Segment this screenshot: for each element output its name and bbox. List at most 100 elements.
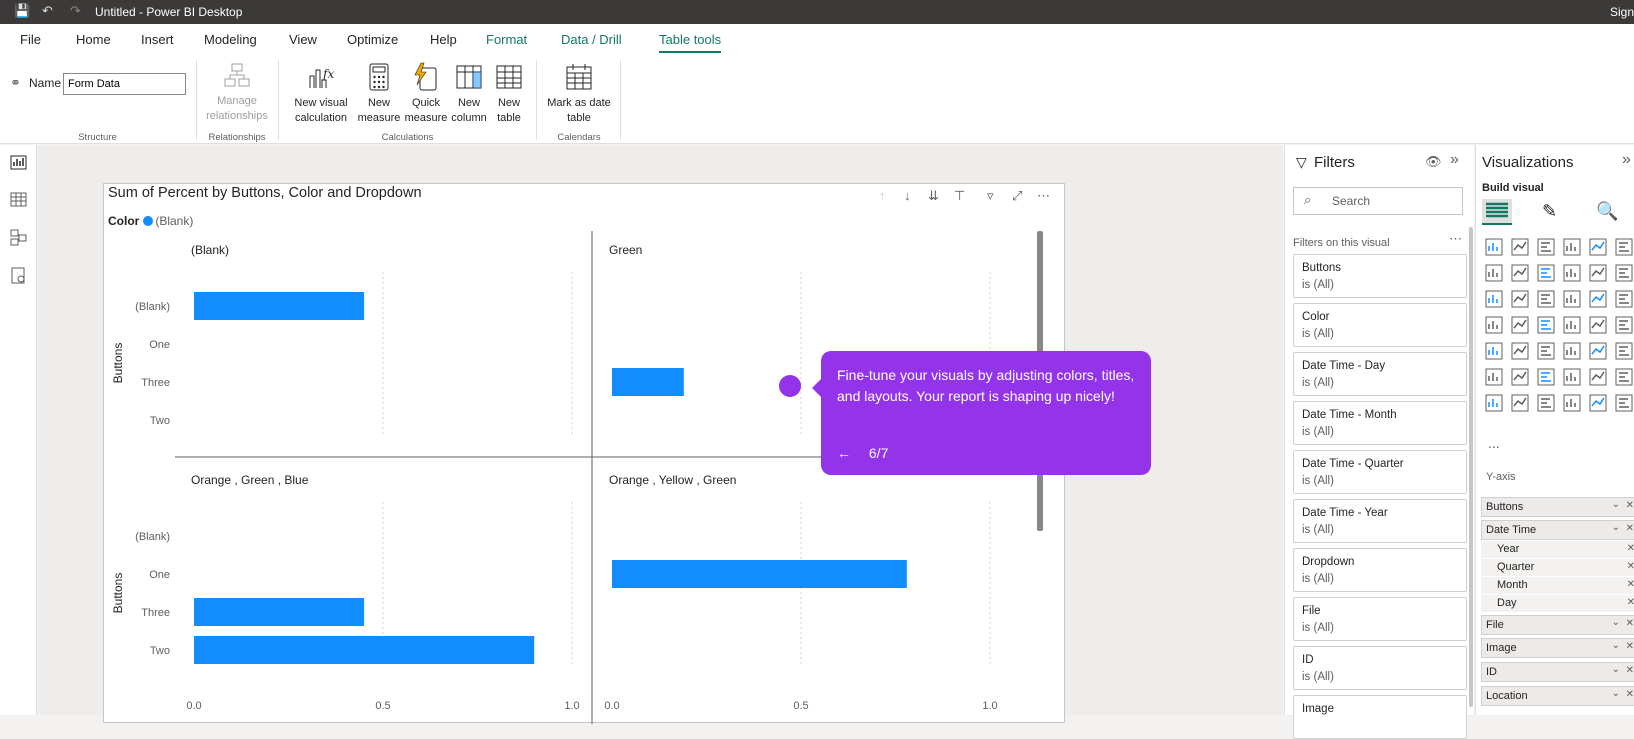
filters-scrollbar[interactable] <box>1469 227 1473 707</box>
pie-icon[interactable] <box>1589 290 1607 308</box>
donut-icon[interactable] <box>1615 290 1633 308</box>
paginated-icon[interactable] <box>1615 368 1633 386</box>
kpi-icon[interactable] <box>1511 342 1529 360</box>
field-sub-well[interactable]: Day ✕ <box>1481 595 1634 612</box>
tab-data-drill[interactable]: Data / Drill <box>561 32 622 47</box>
funnel-chart-icon[interactable] <box>1511 290 1529 308</box>
quick-measure-button[interactable]: Quick measure <box>402 62 450 126</box>
filter-card[interactable]: File is (All) <box>1293 597 1467 641</box>
gauge-icon[interactable] <box>1589 316 1607 334</box>
trophy-icon[interactable] <box>1589 394 1607 412</box>
decomposition-tree-icon[interactable] <box>1537 368 1555 386</box>
azure-map-icon[interactable] <box>1563 316 1581 334</box>
chevron-down-icon[interactable]: ⌄ <box>1612 522 1620 533</box>
remove-field-icon[interactable]: ✕ <box>1626 500 1634 511</box>
field-well[interactable]: Buttons ⌄ ✕ <box>1481 497 1634 517</box>
sign-in-link[interactable]: Sign <box>1610 5 1634 19</box>
report-icon[interactable] <box>1485 394 1503 412</box>
chevron-down-icon[interactable]: ⌄ <box>1612 617 1620 628</box>
stacked-area-icon[interactable] <box>1537 264 1555 282</box>
visual-types-gallery[interactable] <box>1484 237 1634 437</box>
tab-home[interactable]: Home <box>76 32 111 47</box>
field-well[interactable]: Image ⌄ ✕ <box>1481 638 1634 658</box>
field-sub-well[interactable]: Year ✕ <box>1481 541 1634 558</box>
section-more-icon[interactable]: ⋯ <box>1449 231 1462 247</box>
new-measure-button[interactable]: New measure <box>354 62 404 126</box>
tab-help[interactable]: Help <box>430 32 457 47</box>
format-visual-icon[interactable]: ✎ <box>1542 201 1557 222</box>
collapse-viz-icon[interactable]: » <box>1622 151 1631 169</box>
field-sub-well[interactable]: Quarter ✕ <box>1481 559 1634 576</box>
filters-search-input[interactable]: ⌕ Search <box>1293 187 1463 215</box>
build-visual-tab[interactable] <box>1482 199 1512 225</box>
remove-field-icon[interactable]: ✕ <box>1627 543 1634 554</box>
tab-insert[interactable]: Insert <box>141 32 174 47</box>
new-table-button[interactable]: New table <box>490 62 528 126</box>
line-clustered-icon[interactable] <box>1485 290 1503 308</box>
remove-field-icon[interactable]: ✕ <box>1627 561 1634 572</box>
mark-as-date-table-button[interactable]: Mark as date table <box>542 62 616 126</box>
matrix-icon[interactable] <box>1589 342 1607 360</box>
new-column-button[interactable]: New column <box>447 62 491 126</box>
field-well[interactable]: ID ⌄ ✕ <box>1481 662 1634 682</box>
tab-file[interactable]: File <box>20 32 41 47</box>
filter-card[interactable]: Date Time - Year is (All) <box>1293 499 1467 543</box>
slicer-icon[interactable] <box>1537 342 1555 360</box>
filter-card[interactable]: Date Time - Quarter is (All) <box>1293 450 1467 494</box>
clustered-bar-icon[interactable] <box>1537 238 1555 256</box>
clustered-column-icon[interactable] <box>1563 238 1581 256</box>
smart-narrative-icon[interactable] <box>1615 394 1633 412</box>
funnel-icon[interactable] <box>1537 290 1555 308</box>
python-visual-icon[interactable] <box>1485 368 1503 386</box>
more-visuals-icon[interactable]: ... <box>1488 435 1500 451</box>
field-well[interactable]: File ⌄ ✕ <box>1481 615 1634 635</box>
r-visual-icon[interactable] <box>1615 342 1633 360</box>
field-sub-well[interactable]: Month ✕ <box>1481 577 1634 594</box>
key-influencers-icon[interactable] <box>1511 368 1529 386</box>
remove-field-icon[interactable]: ✕ <box>1626 618 1634 629</box>
chevron-down-icon[interactable]: ⌄ <box>1612 664 1620 675</box>
map-icon[interactable] <box>1511 316 1529 334</box>
model-view-icon[interactable] <box>9 228 28 247</box>
dax-query-view-icon[interactable] <box>9 266 28 285</box>
redo-icon[interactable]: ↷ <box>70 3 81 19</box>
power-automate-icon[interactable] <box>1563 394 1581 412</box>
waterfall-icon[interactable] <box>1589 264 1607 282</box>
chevron-down-icon[interactable]: ⌄ <box>1612 688 1620 699</box>
report-view-icon[interactable] <box>9 153 28 172</box>
filter-card[interactable]: Buttons is (All) <box>1293 254 1467 298</box>
tab-modeling[interactable]: Modeling <box>204 32 257 47</box>
undo-icon[interactable]: ↶ <box>42 3 53 19</box>
chevron-down-icon[interactable]: ⌄ <box>1612 640 1620 651</box>
remove-field-icon[interactable]: ✕ <box>1626 641 1634 652</box>
treemap-icon[interactable] <box>1485 316 1503 334</box>
power-apps-icon[interactable] <box>1537 394 1555 412</box>
ribbon-chart-icon[interactable] <box>1563 264 1581 282</box>
new-visual-calculation-button[interactable]: fx New visual calculation <box>286 62 356 126</box>
save-icon[interactable]: 💾 <box>14 3 30 19</box>
table-view-icon[interactable] <box>9 190 28 209</box>
filter-card[interactable]: Color is (All) <box>1293 303 1467 347</box>
table-name-input[interactable] <box>63 73 186 95</box>
filter-card[interactable]: Date Time - Day is (All) <box>1293 352 1467 396</box>
filter-card[interactable]: Dropdown is (All) <box>1293 548 1467 592</box>
chevron-down-icon[interactable]: ⌄ <box>1612 499 1620 510</box>
tooltip-back-button[interactable]: ← <box>837 445 851 461</box>
line-chart-icon[interactable] <box>1485 264 1503 282</box>
100-column-icon[interactable] <box>1615 238 1633 256</box>
remove-field-icon[interactable]: ✕ <box>1627 579 1634 590</box>
remove-field-icon[interactable]: ✕ <box>1626 665 1634 676</box>
filled-map-icon[interactable] <box>1537 316 1555 334</box>
eye-icon[interactable]: 👁 <box>1425 154 1442 170</box>
tab-optimize[interactable]: Optimize <box>347 32 398 47</box>
100-bar-icon[interactable] <box>1589 238 1607 256</box>
collapse-pane-icon[interactable]: » <box>1450 151 1459 169</box>
tab-view[interactable]: View <box>289 32 317 47</box>
area-chart-icon[interactable] <box>1511 264 1529 282</box>
filter-card[interactable]: ID is (All) <box>1293 646 1467 690</box>
remove-field-icon[interactable]: ✕ <box>1627 597 1634 608</box>
qa-icon[interactable] <box>1563 368 1581 386</box>
tour-beacon[interactable] <box>779 375 801 397</box>
field-well[interactable]: Location ⌄ ✕ <box>1481 686 1634 706</box>
tab-table-tools[interactable]: Table tools <box>659 32 722 53</box>
